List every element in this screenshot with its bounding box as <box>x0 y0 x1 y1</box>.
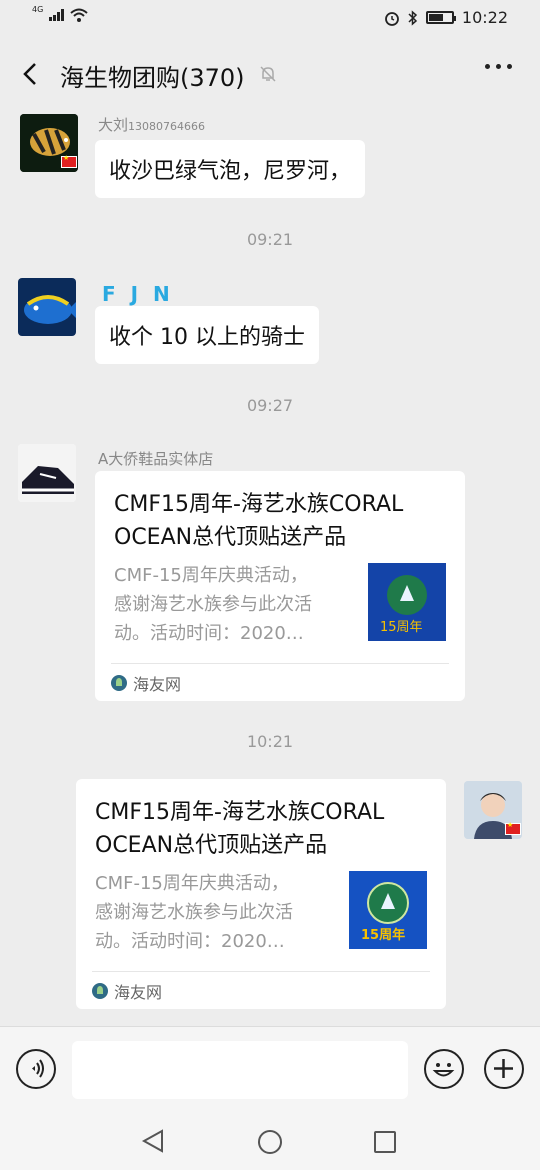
voice-icon[interactable] <box>16 1049 56 1089</box>
signal-icon <box>49 9 65 21</box>
link-card[interactable]: CMF15周年-海艺水族CORAL OCEAN总代顶贴送产品 CMF-15周年庆… <box>76 779 446 1009</box>
emoji-icon[interactable] <box>424 1049 464 1089</box>
clock: 10:22 <box>461 8 508 27</box>
card-title: CMF15周年-海艺水族CORAL OCEAN总代顶贴送产品 <box>95 800 385 858</box>
status-bar: 4G 10:22 <box>0 0 540 36</box>
nav-recent-icon[interactable] <box>374 1131 396 1153</box>
flag-icon <box>61 154 77 168</box>
timestamp: 09:21 <box>246 230 294 249</box>
card-divider <box>92 971 430 972</box>
system-nav-bar <box>0 1114 540 1170</box>
nav-home-icon[interactable] <box>258 1130 282 1154</box>
card-thumbnail: 15周年 <box>368 563 446 641</box>
mute-icon <box>260 66 276 82</box>
card-thumbnail: 15周年 <box>349 871 427 949</box>
plus-icon[interactable] <box>484 1049 524 1089</box>
card-description: CMF-15周年庆典活动， 感谢海艺水族参与此次活 动。活动时间：2020… <box>95 873 293 952</box>
nav-back-icon[interactable] <box>140 1128 166 1154</box>
source-logo-icon <box>92 983 108 999</box>
link-card[interactable]: CMF15周年-海艺水族CORAL OCEAN总代顶贴送产品 CMF-15周年庆… <box>95 471 465 701</box>
chat-header: 海生物团购(370) <box>0 44 540 104</box>
message-bubble[interactable]: 收沙巴绿气泡，尼罗河， <box>95 140 366 198</box>
source-logo-icon <box>111 675 127 691</box>
sender-name: A大侨鞋品实体店 <box>98 450 214 468</box>
card-divider <box>111 663 449 664</box>
network-label: 4G <box>32 4 44 14</box>
back-icon[interactable] <box>18 58 42 90</box>
card-source: 海友网 <box>92 979 162 1003</box>
avatar[interactable] <box>18 278 76 336</box>
alarm-icon <box>384 11 399 26</box>
bluetooth-icon <box>408 9 417 26</box>
message-input[interactable] <box>72 1041 408 1099</box>
timestamp: 09:27 <box>246 396 294 415</box>
wifi-icon <box>70 8 88 22</box>
sender-name: 大刘13080764666 <box>98 116 205 134</box>
chat-title: 海生物团购(370) <box>60 64 245 92</box>
message-bubble[interactable]: 收个 10 以上的骑士 <box>95 306 319 364</box>
svg-text:15周年: 15周年 <box>380 620 423 635</box>
timestamp: 10:21 <box>246 732 294 751</box>
flag-icon <box>505 821 521 835</box>
battery-icon <box>425 11 456 24</box>
more-icon[interactable] <box>485 64 512 69</box>
card-title: CMF15周年-海艺水族CORAL OCEAN总代顶贴送产品 <box>114 492 404 550</box>
input-bar <box>0 1026 540 1114</box>
card-source: 海友网 <box>111 671 181 695</box>
svg-text:15周年: 15周年 <box>361 927 405 943</box>
avatar[interactable] <box>18 444 76 502</box>
card-description: CMF-15周年庆典活动， 感谢海艺水族参与此次活 动。活动时间：2020… <box>114 565 312 644</box>
sender-name: F J N <box>102 282 174 306</box>
